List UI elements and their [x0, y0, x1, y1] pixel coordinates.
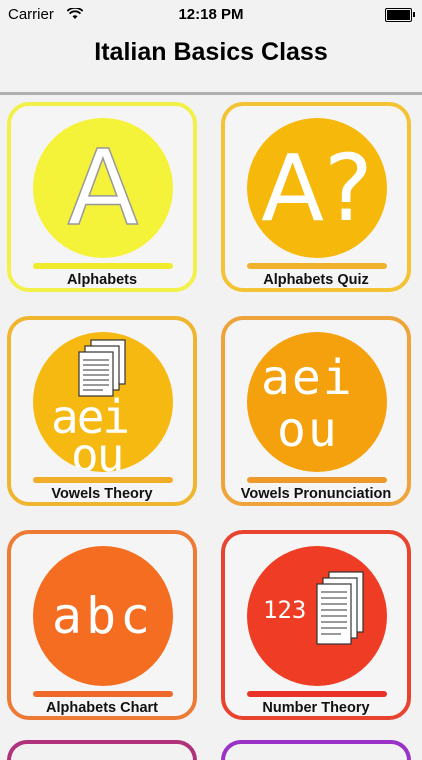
tile-underline: [33, 263, 173, 269]
tile-alphabets-quiz[interactable]: A? Alphabets Quiz: [221, 102, 411, 292]
tile-underline: [33, 691, 173, 697]
status-bar: Carrier 12:18 PM: [0, 0, 422, 30]
battery-icon: [385, 8, 415, 22]
tile-underline: [247, 691, 387, 697]
tile-underline: [33, 477, 173, 483]
tile-label: Alphabets: [66, 272, 138, 288]
alphabets-quiz-icon: A?: [247, 118, 387, 258]
tile-vowels-pronunciation[interactable]: aei ou Vowels Pronunciation: [221, 316, 411, 506]
tile-partial-left[interactable]: [7, 740, 197, 760]
page-title: Italian Basics Class: [94, 38, 328, 66]
vowels-pronunciation-icon: aei ou: [247, 332, 387, 472]
tile-label: Vowels Pronunciation: [240, 486, 392, 502]
number-theory-icon: 123: [247, 546, 387, 686]
tile-underline: [247, 263, 387, 269]
tile-label: Alphabets Quiz: [263, 272, 369, 288]
clock: 12:18 PM: [178, 6, 244, 23]
tile-alphabets[interactable]: A Alphabets: [7, 102, 197, 292]
tile-label: Alphabets Chart: [46, 700, 158, 716]
vowels-theory-icon: aei ou: [33, 332, 173, 472]
tile-number-theory[interactable]: 123 Number Theory: [221, 530, 411, 720]
tile-partial-right[interactable]: [221, 740, 411, 760]
tile-alphabets-chart[interactable]: abc Alphabets Chart: [7, 530, 197, 720]
header-divider: [0, 92, 422, 95]
alphabets-letter-icon: A: [33, 118, 173, 258]
document-stack-icon: [78, 339, 126, 397]
tile-underline: [247, 477, 387, 483]
tile-label: Vowels Theory: [51, 486, 153, 502]
document-stack-icon: [316, 571, 364, 645]
tile-vowels-theory[interactable]: aei ou Vowels Theory: [7, 316, 197, 506]
alphabets-chart-icon: abc: [33, 546, 173, 686]
tile-label: Number Theory: [262, 700, 370, 716]
